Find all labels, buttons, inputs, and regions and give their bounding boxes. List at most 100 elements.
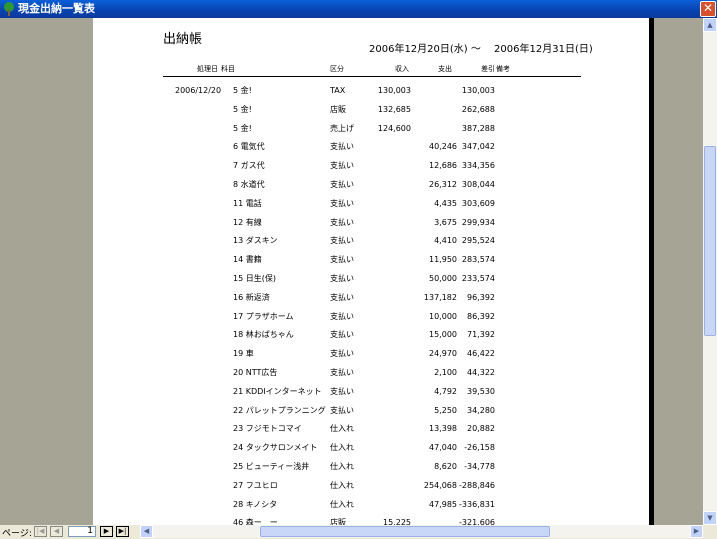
report-title: 出納帳	[163, 32, 203, 47]
row-expense: 2,100	[434, 368, 457, 377]
header-expense: 支出	[438, 65, 452, 73]
vertical-scroll-thumb[interactable]	[704, 146, 716, 336]
row-expense: 15,000	[429, 330, 457, 340]
header-divider	[163, 76, 581, 77]
row-expense: 3,675	[434, 217, 457, 227]
row-item: 19 車	[233, 349, 254, 359]
header-item: 科目	[221, 65, 235, 73]
page-number-input[interactable]: 1	[68, 526, 96, 537]
row-expense: 26,312	[429, 180, 457, 189]
table-row: 18 林おばちゃん 支払い 15,000 71,392	[93, 330, 649, 348]
row-income: 15,225	[383, 518, 411, 525]
row-kind: 支払い	[330, 180, 354, 189]
row-expense: 24,970	[429, 349, 457, 359]
row-item: 5 金!	[233, 86, 252, 95]
date-range: 2006年12月20日(水) ～ 2006年12月31日(日)	[369, 44, 593, 55]
row-expense: 4,410	[434, 236, 457, 246]
row-item: 14 書籍	[233, 255, 262, 265]
row-balance: 233,574	[461, 274, 495, 283]
row-balance: 46,422	[467, 349, 495, 359]
row-kind: 支払い	[330, 330, 354, 340]
row-expense: 50,000	[429, 274, 457, 283]
row-item: 25 ビューティー浅井	[233, 462, 310, 471]
next-page-icon[interactable]: ▶	[100, 526, 113, 537]
row-item: 18 林おばちゃん	[233, 330, 294, 340]
table-row: 20 NTT広告 支払い 2,100 44,322	[93, 368, 649, 386]
scroll-right-icon[interactable]: ▶	[690, 525, 703, 538]
row-balance: 39,530	[467, 386, 495, 396]
row-item: 24 タックサロンメイト	[233, 443, 318, 453]
row-balance: 387,288	[461, 123, 495, 133]
horizontal-scroll-thumb[interactable]	[260, 526, 550, 537]
header-balance: 差引	[481, 65, 495, 73]
row-item: 28 キノシタ	[233, 499, 278, 509]
row-kind: 仕入れ	[330, 480, 354, 490]
scroll-up-icon[interactable]: ▲	[703, 18, 717, 32]
row-balance: -288,846	[459, 480, 495, 490]
row-kind: 仕入れ	[330, 462, 354, 471]
row-income: 132,685	[377, 104, 411, 114]
row-item: 23 フジモトコマイ	[233, 424, 302, 434]
row-item: 7 ガス代	[233, 161, 265, 171]
horizontal-scrollbar[interactable]: ◀ ▶	[140, 525, 703, 538]
table-row: 14 書籍 支払い 11,950 283,574	[93, 255, 649, 273]
prev-page-icon[interactable]: ◀	[50, 526, 63, 537]
table-row: 28 キノシタ 仕入れ 47,985 -336,831	[93, 500, 649, 518]
row-expense: 254,068	[423, 480, 457, 490]
row-kind: 店販	[330, 104, 346, 114]
row-kind: 支払い	[330, 236, 354, 246]
table-row: 16 新返済 支払い 137,182 96,392	[93, 293, 649, 311]
table-row: 13 ダスキン 支払い 4,410 295,524	[93, 236, 649, 254]
table-row: 21 KDDIインターネット 支払い 4,792 39,530	[93, 387, 649, 405]
row-item: 27 フユヒロ	[233, 480, 278, 490]
table-row: 27 フユヒロ 仕入れ 254,068 -288,846	[93, 481, 649, 499]
status-bar: ページ: |◀ ◀ 1 ▶ ▶| ◀ ▶	[0, 525, 717, 539]
row-item: 5 金!	[233, 104, 252, 114]
row-date: 2006/12/20	[175, 86, 222, 95]
header-note: 備考	[496, 65, 510, 73]
row-balance: 34,280	[467, 405, 495, 415]
row-item: 8 水道代	[233, 180, 265, 189]
last-page-icon[interactable]: ▶|	[116, 526, 129, 537]
scroll-left-icon[interactable]: ◀	[140, 525, 153, 538]
row-kind: TAX	[330, 86, 346, 95]
vertical-scrollbar[interactable]: ▲ ▼	[703, 18, 717, 525]
table-row: 11 電話 支払い 4,435 303,609	[93, 199, 649, 217]
row-expense: 11,950	[429, 255, 457, 265]
row-balance: 308,044	[461, 180, 495, 189]
row-kind: 支払い	[330, 368, 354, 377]
row-item: 46 森ー ー	[233, 518, 278, 525]
row-kind: 店販	[330, 518, 346, 525]
row-item: 17 プラザホーム	[233, 311, 294, 321]
row-item: 5 金!	[233, 123, 252, 133]
first-page-icon[interactable]: |◀	[34, 526, 47, 537]
header-income: 収入	[395, 65, 409, 73]
table-row: 23 フジモトコマイ 仕入れ 13,398 20,882	[93, 424, 649, 442]
row-balance: 20,882	[467, 424, 495, 434]
row-item: 15 日生(保)	[233, 274, 276, 283]
table-row: 19 車 支払い 24,970 46,422	[93, 349, 649, 367]
row-balance: 130,003	[461, 86, 495, 95]
row-kind: 支払い	[330, 311, 354, 321]
row-income: 124,600	[377, 123, 411, 133]
header-date: 処理日	[197, 65, 218, 73]
row-balance: 44,322	[467, 368, 495, 377]
table-row: 12 有線 支払い 3,675 299,934	[93, 218, 649, 236]
row-kind: 支払い	[330, 198, 354, 208]
close-button[interactable]: ✕	[700, 1, 716, 17]
scroll-down-icon[interactable]: ▼	[703, 511, 717, 525]
table-row: 5 金! 売上げ 124,600 387,288	[93, 124, 649, 142]
row-balance: 86,392	[467, 311, 495, 321]
row-balance: -336,831	[459, 499, 495, 509]
table-row: 24 タックサロンメイト 仕入れ 47,040 -26,158	[93, 443, 649, 461]
report-viewport: 出納帳 2006年12月20日(水) ～ 2006年12月31日(日) 処理日 …	[0, 18, 703, 525]
row-expense: 12,686	[429, 161, 457, 171]
row-kind: 支払い	[330, 292, 354, 302]
table-row: 2006/12/20 5 金! TAX 130,003 130,003	[93, 86, 649, 104]
row-balance: 262,688	[461, 104, 495, 114]
row-expense: 4,435	[434, 198, 457, 208]
row-kind: 支払い	[330, 274, 354, 283]
row-balance: 347,042	[461, 142, 495, 152]
table-row: 17 プラザホーム 支払い 10,000 86,392	[93, 312, 649, 330]
table-row: 46 森ー ー 店販 15,225 -321,606	[93, 518, 649, 525]
